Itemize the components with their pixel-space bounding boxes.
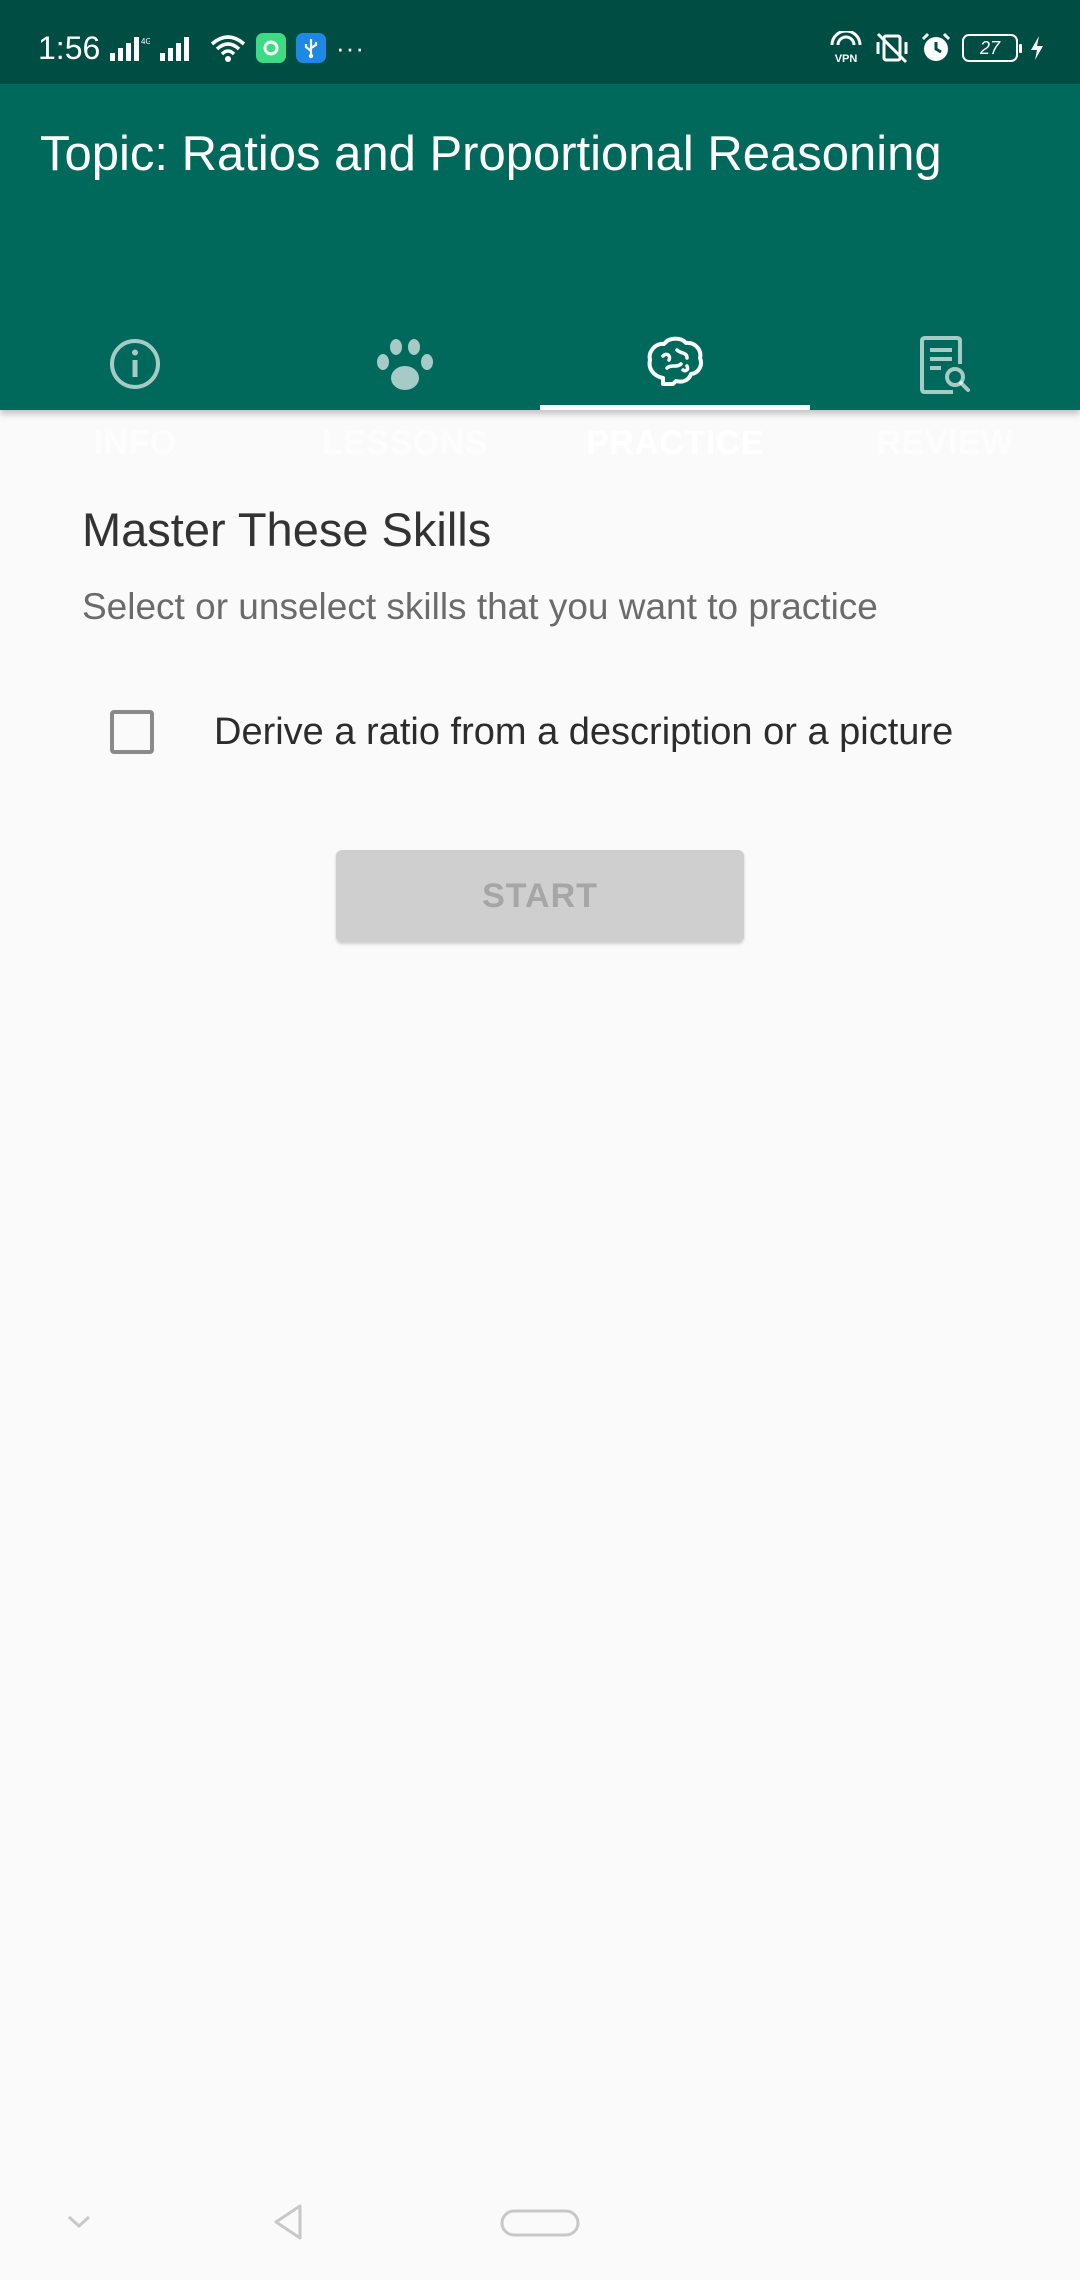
charging-icon (1031, 36, 1043, 60)
home-pill-icon[interactable] (500, 2208, 580, 2238)
status-bar: 1:56 4G ··· VPN 27 (0, 0, 1080, 84)
section-title: Master These Skills (82, 503, 492, 556)
svg-text:4G: 4G (141, 37, 150, 46)
collapse-chevron-icon[interactable] (64, 2212, 94, 2232)
skill-item[interactable]: Derive a ratio from a description or a p… (96, 682, 1036, 782)
tab-info[interactable]: INFO (0, 236, 270, 462)
tab-info-label: INFO (93, 424, 177, 462)
wifi-icon (210, 35, 246, 62)
vibrate-off-icon (876, 32, 908, 64)
tab-active-indicator (540, 405, 810, 410)
start-button[interactable]: START (336, 850, 744, 942)
tab-bar: INFO LESSONS PRACTICE REVIEW (0, 236, 1080, 462)
status-left-icons: 4G ··· (110, 30, 365, 66)
section-subtitle: Select or unselect skills that you want … (82, 586, 878, 627)
skill-label: Derive a ratio from a description or a p… (214, 710, 954, 753)
signal-icon: 4G (110, 37, 150, 61)
battery-icon: 27 (962, 34, 1022, 62)
tab-review-label: REVIEW (876, 424, 1014, 462)
paw-icon (377, 339, 433, 390)
app-notification-icon (256, 33, 286, 63)
tab-lessons[interactable]: LESSONS (270, 236, 540, 462)
review-document-icon (920, 336, 970, 394)
tab-practice[interactable]: PRACTICE (540, 236, 810, 462)
status-time: 1:56 (38, 30, 101, 66)
skill-checkbox[interactable] (110, 710, 154, 754)
tab-review[interactable]: REVIEW (810, 236, 1080, 462)
tab-lessons-label: LESSONS (322, 424, 488, 462)
alarm-icon (921, 32, 951, 61)
tab-practice-label: PRACTICE (586, 424, 764, 462)
signal-icon (160, 37, 189, 61)
brain-icon (647, 336, 703, 386)
status-right-icons: VPN 27 (828, 30, 1046, 66)
usb-icon (296, 33, 326, 63)
app-bar: Topic: Ratios and Proportional Reasoning… (0, 84, 1080, 462)
info-icon (110, 339, 160, 389)
svg-text:VPN: VPN (835, 53, 858, 65)
page-title: Topic: Ratios and Proportional Reasoning (40, 127, 942, 181)
navigation-bar (0, 2168, 1080, 2280)
vpn-icon: VPN (830, 31, 862, 65)
back-icon[interactable] (270, 2202, 306, 2242)
more-icon: ··· (336, 33, 365, 63)
